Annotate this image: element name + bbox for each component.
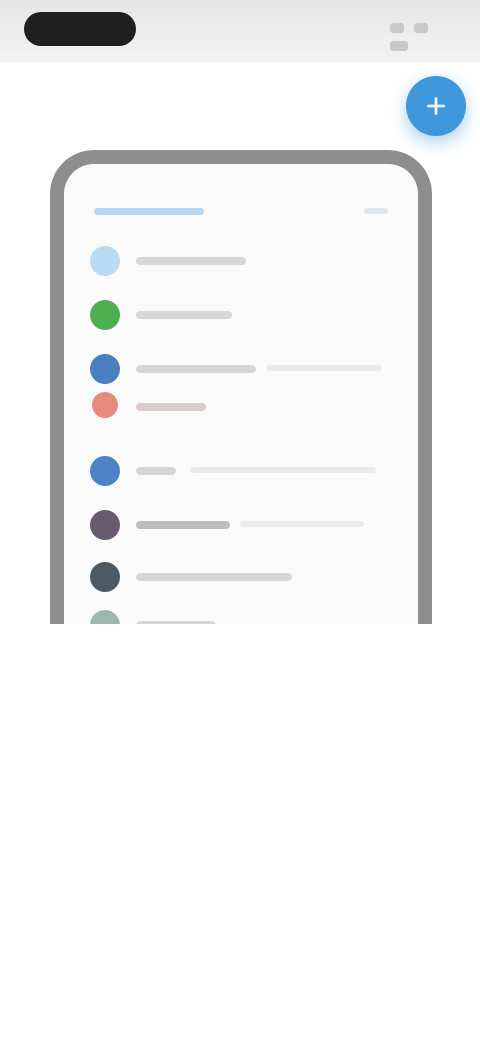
list-item	[80, 606, 410, 624]
app-icon	[90, 610, 120, 624]
list-item	[80, 350, 410, 390]
status-bar	[0, 0, 480, 62]
battery-icon	[390, 41, 408, 51]
list-item-detail	[240, 521, 364, 527]
app-icon	[90, 300, 120, 330]
plus-icon	[427, 97, 445, 115]
app-icon	[90, 246, 120, 276]
list-item	[80, 296, 410, 336]
list-item-label	[136, 621, 216, 624]
camera-cutout	[24, 12, 136, 46]
phone-preview	[50, 150, 432, 624]
wifi-icon	[414, 23, 429, 33]
app-icon	[90, 456, 120, 486]
list-item-detail	[190, 467, 376, 473]
list-item	[80, 506, 410, 546]
app-icon	[90, 562, 120, 592]
bottom-button[interactable]	[200, 955, 280, 989]
list-item-label	[136, 467, 176, 475]
phone-preview-action	[364, 208, 388, 214]
list-item-label	[136, 403, 206, 411]
list-item	[80, 388, 410, 428]
add-button[interactable]	[406, 76, 466, 136]
list-item	[80, 452, 410, 492]
phone-preview-title	[94, 208, 204, 215]
list-item-label	[136, 257, 246, 265]
list-item-label	[136, 573, 292, 581]
app-icon	[92, 392, 118, 418]
list-item	[80, 558, 410, 598]
list-item-label	[136, 311, 232, 319]
list-item-detail	[266, 365, 382, 371]
list-item	[80, 242, 410, 282]
status-icons	[384, 20, 454, 51]
app-icon	[90, 354, 120, 384]
list-item-label	[136, 365, 256, 373]
app-icon	[90, 510, 120, 540]
signal-icon	[390, 23, 404, 33]
list-item-label	[136, 521, 230, 529]
